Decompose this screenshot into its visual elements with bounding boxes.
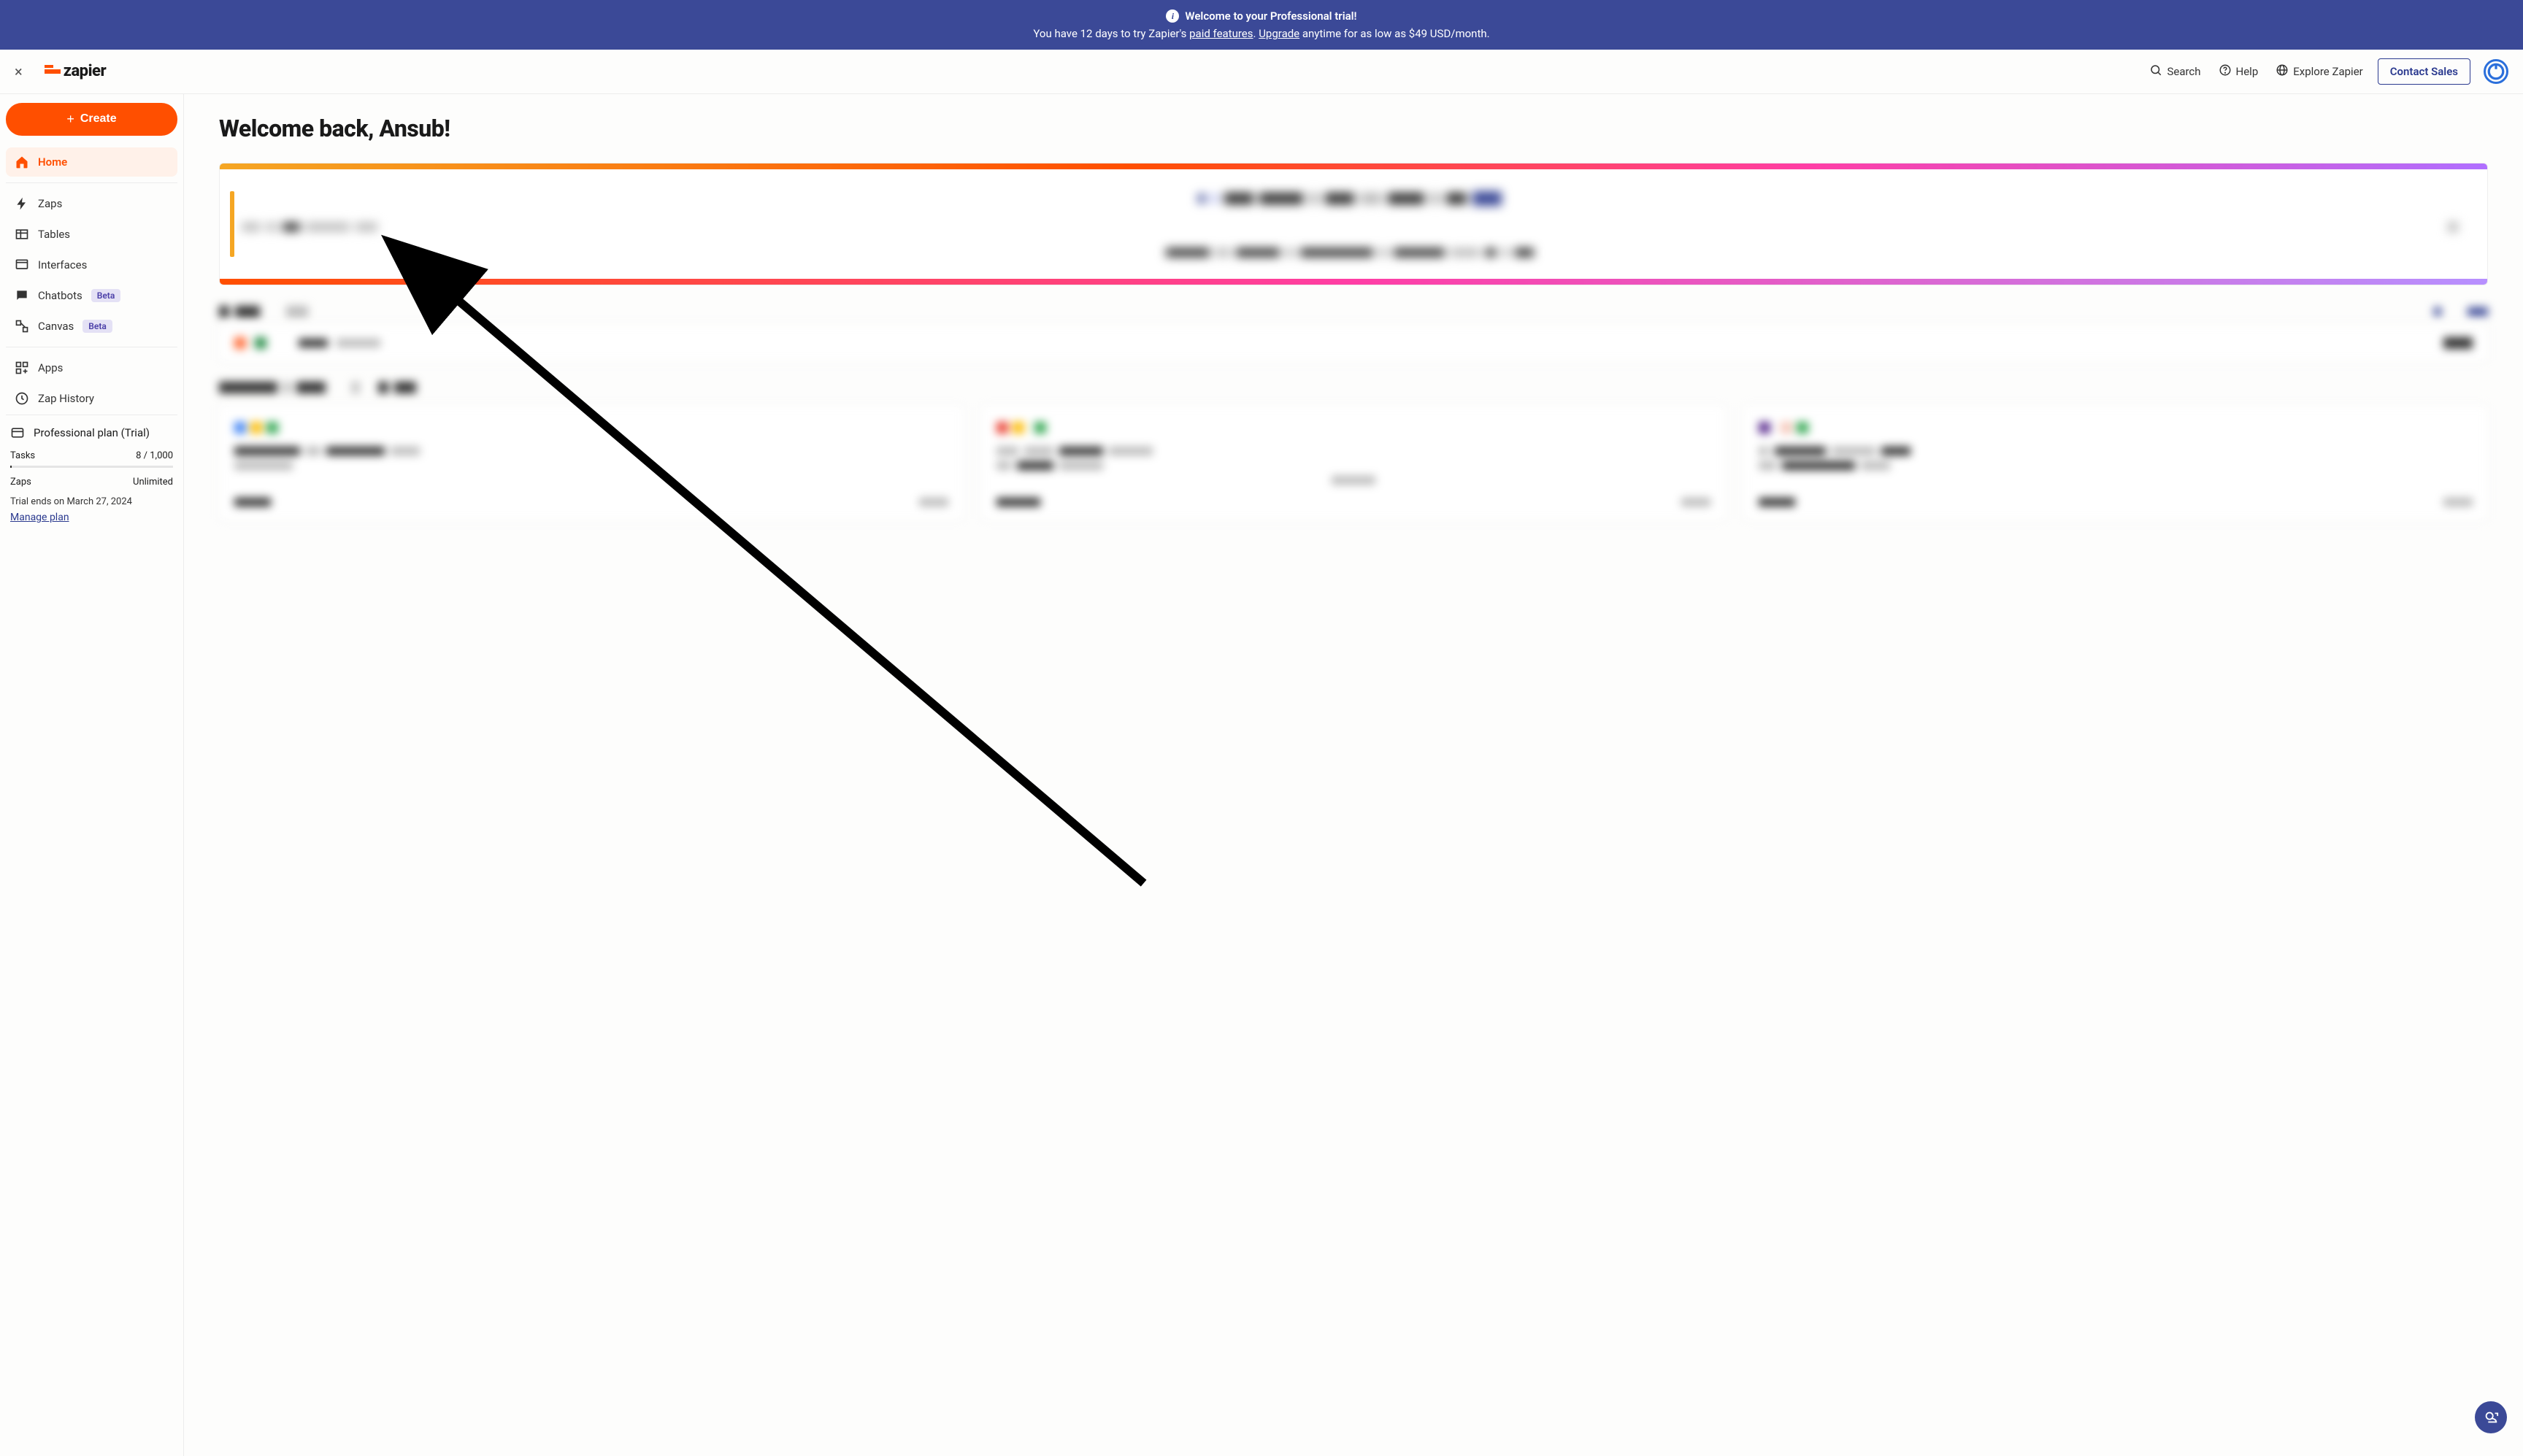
search-icon	[2149, 63, 2162, 80]
contact-sales-button[interactable]: Contact Sales	[2378, 58, 2470, 85]
sidebar: + Create Home Zaps Tables	[0, 94, 184, 1456]
cards-title-blurred	[219, 382, 2488, 393]
plan-box: Professional plan (Trial) Tasks 8 / 1,00…	[6, 415, 177, 529]
search-button[interactable]: Search	[2149, 63, 2200, 80]
chat-icon	[15, 288, 29, 303]
sidebar-item-label: Tables	[38, 228, 70, 241]
sidebar-item-zap-history[interactable]: Zap History	[6, 384, 177, 413]
user-avatar[interactable]	[2484, 59, 2508, 84]
template-card[interactable]	[219, 405, 964, 520]
beta-badge: Beta	[91, 289, 121, 302]
create-button[interactable]: + Create	[6, 103, 177, 136]
zaps-label: Zaps	[10, 477, 31, 488]
logo-mark-icon	[45, 69, 61, 74]
logo-text: zapier	[64, 62, 106, 80]
ai-hero-card	[219, 163, 2488, 285]
table-icon	[15, 227, 29, 242]
info-icon: i	[1166, 9, 1179, 23]
sidebar-item-label: Canvas	[38, 320, 74, 333]
tasks-progress	[10, 466, 173, 468]
hero-accent	[230, 191, 234, 257]
sidebar-item-interfaces[interactable]: Interfaces	[6, 250, 177, 280]
hero-content-blurred	[242, 191, 2458, 257]
hero-gradient-top	[220, 163, 2487, 169]
zapier-logo[interactable]: zapier	[45, 62, 106, 80]
sidebar-item-label: Zap History	[38, 392, 94, 405]
apps-icon	[15, 361, 29, 375]
plan-name: Professional plan (Trial)	[34, 426, 150, 439]
help-fab[interactable]	[2475, 1401, 2507, 1433]
paid-features-link[interactable]: paid features	[1189, 27, 1253, 40]
banner-subtitle: You have 12 days to try Zapier's paid fe…	[15, 26, 2508, 42]
template-cards	[219, 405, 2488, 520]
tasks-value: 8 / 1,000	[136, 450, 173, 461]
history-icon	[15, 391, 29, 406]
trial-banner: i Welcome to your Professional trial! Yo…	[0, 0, 2523, 50]
plus-icon: +	[66, 112, 74, 127]
plan-icon	[10, 425, 25, 440]
header: × zapier Search Help Explore Zapier Cont…	[0, 50, 2523, 94]
sidebar-item-apps[interactable]: Apps	[6, 353, 177, 382]
explore-button[interactable]: Explore Zapier	[2276, 63, 2362, 80]
upgrade-link[interactable]: Upgrade	[1259, 27, 1299, 40]
sidebar-item-tables[interactable]: Tables	[6, 220, 177, 249]
sidebar-item-label: Home	[38, 155, 67, 169]
beta-badge: Beta	[82, 320, 112, 333]
home-icon	[15, 155, 29, 169]
template-card[interactable]	[981, 405, 1726, 520]
tasks-label: Tasks	[10, 450, 35, 461]
sidebar-item-home[interactable]: Home	[6, 147, 177, 177]
trial-ends: Trial ends on March 27, 2024	[10, 496, 173, 507]
help-chat-icon	[2483, 1409, 2499, 1425]
sidebar-item-label: Apps	[38, 361, 63, 374]
interfaces-icon	[15, 258, 29, 272]
close-icon[interactable]: ×	[15, 63, 23, 80]
sidebar-item-chatbots[interactable]: Chatbots Beta	[6, 281, 177, 310]
zaps-value: Unlimited	[133, 477, 173, 488]
main-content: Welcome back, Ansub!	[184, 94, 2523, 1456]
globe-icon	[2276, 63, 2289, 80]
sidebar-item-zaps[interactable]: Zaps	[6, 189, 177, 218]
sidebar-item-canvas[interactable]: Canvas Beta	[6, 312, 177, 341]
page-title: Welcome back, Ansub!	[219, 115, 2488, 142]
sidebar-item-label: Chatbots	[38, 289, 82, 302]
help-icon	[2219, 63, 2232, 80]
banner-title: Welcome to your Professional trial!	[1185, 8, 1356, 25]
template-card[interactable]	[1743, 405, 2488, 520]
section-header-blurred	[219, 306, 2488, 317]
recent-strip-blurred	[219, 325, 2488, 361]
sidebar-item-label: Interfaces	[38, 258, 87, 271]
sidebar-item-label: Zaps	[38, 197, 62, 210]
manage-plan-link[interactable]: Manage plan	[10, 512, 69, 523]
help-button[interactable]: Help	[2219, 63, 2259, 80]
canvas-icon	[15, 319, 29, 334]
hero-gradient-bottom	[220, 279, 2487, 285]
bolt-icon	[15, 196, 29, 211]
